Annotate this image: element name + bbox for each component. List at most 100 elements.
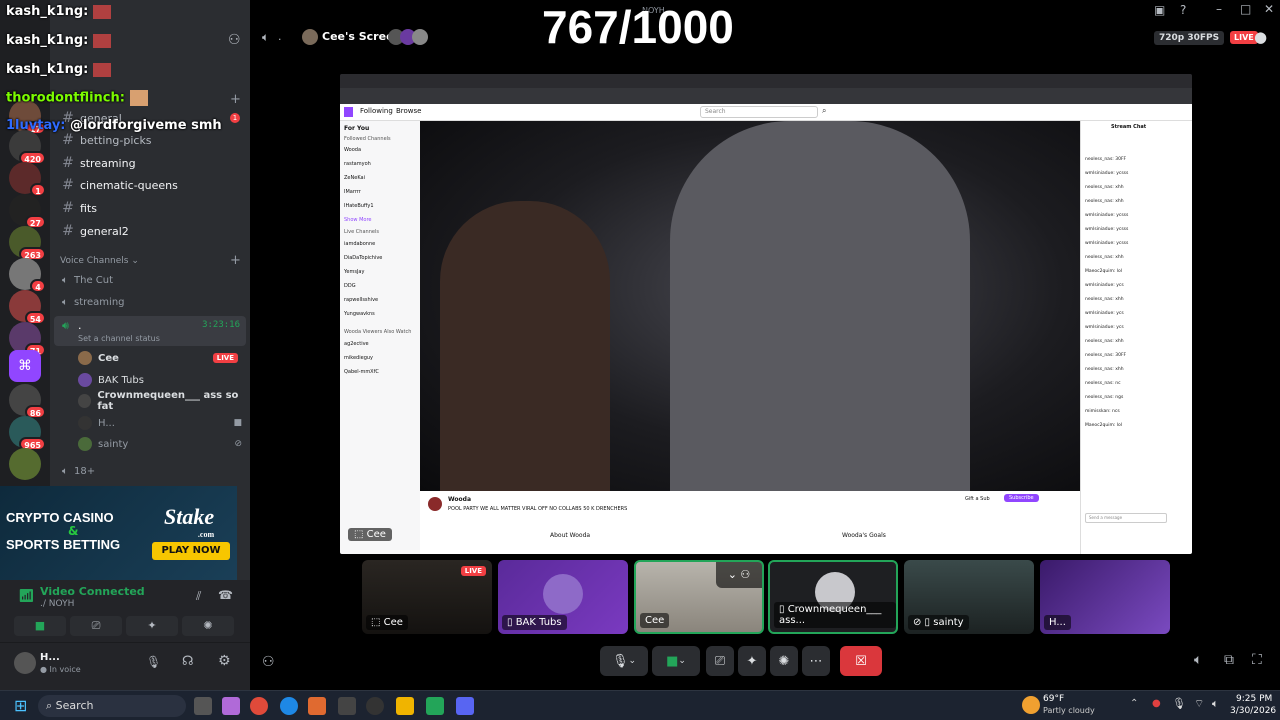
streamer-name[interactable]: Wooda	[448, 496, 471, 503]
chrome-icon[interactable]	[250, 697, 268, 715]
edge-icon[interactable]	[280, 697, 298, 715]
followed-channel[interactable]: IMarrrr	[344, 189, 361, 195]
participant-tile[interactable]: ⊘ ▯ sainty	[904, 560, 1034, 634]
twitch-server-icon[interactable]: ⌘	[9, 350, 41, 382]
zoom-icon[interactable]: ⊕	[1166, 528, 1176, 542]
channel-cinematic-queens[interactable]: # cinematic-queens	[58, 174, 244, 196]
gift-sub-button[interactable]: Gift a Sub	[965, 496, 990, 502]
voice-channel-streaming[interactable]: 🔈︎ streaming	[58, 292, 244, 312]
settings-icon[interactable]: ⚙	[218, 653, 231, 669]
voice-member[interactable]: Cee LIVE	[78, 348, 238, 368]
search-icon[interactable]: ⌕	[822, 106, 826, 116]
participant-tile[interactable]: LIVE ⬚ Cee	[362, 560, 492, 634]
tray-app-icon[interactable]: ●	[1152, 698, 1161, 709]
weather-icon[interactable]	[1022, 696, 1040, 714]
nav-browse[interactable]: Browse	[396, 107, 422, 115]
app-icon[interactable]	[308, 697, 326, 715]
voice-member[interactable]: BAK Tubs	[78, 370, 144, 390]
server-icon[interactable]: 27	[9, 194, 46, 229]
server-icon[interactable]: 1	[9, 162, 46, 197]
invite-icon[interactable]: ⚇	[262, 654, 275, 670]
participant-tile[interactable]: H...	[1040, 560, 1170, 634]
screen-share-control[interactable]: ⎚	[706, 646, 734, 676]
add-voice-channel-icon[interactable]: +	[230, 253, 241, 268]
microphone-icon[interactable]: 🎙︎	[1172, 697, 1186, 710]
fullscreen-icon[interactable]: ⛶	[1252, 652, 1262, 668]
participant-tile[interactable]: ▯ Crownmequeen___ ass...	[768, 560, 898, 634]
participant-tile[interactable]: ⌄ ⚇ Cee	[634, 560, 764, 634]
tray-chevron-icon[interactable]: ⌃	[1130, 698, 1138, 709]
camera-control[interactable]: ■ ⌄	[652, 646, 700, 676]
popout-icon[interactable]: ⧉	[1224, 652, 1234, 668]
channel-fits[interactable]: # fits	[58, 197, 244, 219]
more-options-control[interactable]: ⋯	[802, 646, 830, 676]
live-channel[interactable]: rapwelIsshive	[344, 297, 378, 303]
noise-suppression-icon[interactable]: ⫽	[196, 589, 201, 604]
voice-channel-18[interactable]: 🔈︎ 18+	[58, 461, 244, 481]
file-explorer-icon[interactable]	[396, 697, 414, 715]
server-icon[interactable]: 4	[9, 258, 46, 293]
stream-video[interactable]	[420, 121, 1080, 491]
server-icon[interactable]: 263	[9, 226, 46, 261]
channel-streaming[interactable]: # streaming	[58, 152, 244, 174]
speaker-icon[interactable]: 🔈︎	[1212, 697, 1219, 711]
camera-button[interactable]: ■	[14, 616, 66, 636]
live-channel[interactable]: DDG	[344, 283, 356, 289]
add-channel-icon[interactable]: +	[230, 92, 241, 107]
play-now-button[interactable]: PLAY NOW	[152, 542, 230, 560]
add-member-icon[interactable]: ⚇	[228, 32, 241, 48]
app-icon[interactable]	[366, 697, 384, 715]
voice-channels-header[interactable]: Voice Channels ⌄	[60, 256, 139, 266]
maximize-icon[interactable]: □	[1240, 2, 1251, 16]
twitch-search[interactable]: Search	[700, 106, 818, 118]
streamer-avatar[interactable]	[428, 497, 442, 511]
tile-options-icon[interactable]: ⌄ ⚇	[716, 562, 762, 588]
also-watch-channel[interactable]: mikedieguy	[344, 355, 373, 361]
copilot-icon[interactable]	[222, 697, 240, 715]
live-channel[interactable]: DiaDaTopichive	[344, 255, 382, 261]
show-more-link[interactable]: Show More	[344, 217, 371, 223]
volume-icon[interactable]: 🔈︎	[1194, 652, 1202, 668]
server-icon[interactable]: 54	[9, 290, 46, 325]
soundboard-control[interactable]: ✺	[770, 646, 798, 676]
channel-general2[interactable]: # general2	[58, 220, 244, 242]
live-channel[interactable]: YemsJay	[344, 269, 364, 275]
chat-bubble-icon[interactable]: ●	[1254, 28, 1267, 46]
server-icon[interactable]: 965	[9, 416, 46, 451]
also-watch-channel[interactable]: Qabel-mmXfC	[344, 369, 379, 375]
viewer-avatars[interactable]	[388, 29, 432, 45]
task-view-icon[interactable]	[194, 697, 212, 715]
chat-input[interactable]: Send a message	[1085, 513, 1167, 523]
server-icon[interactable]	[9, 448, 41, 480]
headphones-icon[interactable]: ☊	[182, 654, 194, 669]
nav-following[interactable]: Following	[360, 107, 393, 115]
soundboard-button[interactable]: ✺	[182, 616, 234, 636]
windows-start-icon[interactable]: ⊞	[14, 696, 27, 715]
disconnect-icon[interactable]: ☎	[218, 588, 233, 602]
channel-status-prompt[interactable]: Set a channel status	[78, 334, 160, 343]
mic-control[interactable]: 🎙︎ ⌄	[600, 646, 648, 676]
user-avatar[interactable]	[14, 652, 36, 674]
network-icon[interactable]: ⌔	[1194, 697, 1204, 711]
live-channel[interactable]: iamdabonne	[344, 241, 375, 247]
active-voice-channel[interactable]: 🔊︎ . 3:23:16 Set a channel status	[54, 316, 246, 346]
leave-call-button[interactable]: ☒	[840, 646, 882, 676]
server-icon[interactable]: 420	[9, 130, 46, 165]
screen-share-button[interactable]: ⎚	[70, 616, 122, 636]
inbox-icon[interactable]: ▣	[1154, 3, 1165, 17]
taskbar-search[interactable]: ⌕ Search	[38, 695, 186, 717]
voice-member[interactable]: H... ■	[78, 413, 242, 433]
app-icon[interactable]	[426, 697, 444, 715]
followed-channel[interactable]: rastamyoh	[344, 161, 371, 167]
microphone-icon[interactable]: 🎙︎	[146, 655, 161, 669]
server-icon[interactable]: 86	[9, 384, 46, 419]
subscribe-button[interactable]: Subscribe	[1004, 494, 1039, 502]
followed-channel[interactable]: ZeNeKai	[344, 175, 365, 181]
activities-control[interactable]: ✦	[738, 646, 766, 676]
twitch-logo[interactable]	[344, 107, 353, 117]
shared-screen[interactable]: Following Browse Search ⌕ For You Follow…	[340, 74, 1192, 554]
help-icon[interactable]: ?	[1180, 3, 1186, 17]
store-icon[interactable]	[338, 697, 356, 715]
stake-ad-banner[interactable]: CRYPTO CASINO & SPORTS BETTING Stake .com…	[0, 486, 237, 580]
followed-channel[interactable]: Wooda	[344, 147, 361, 153]
